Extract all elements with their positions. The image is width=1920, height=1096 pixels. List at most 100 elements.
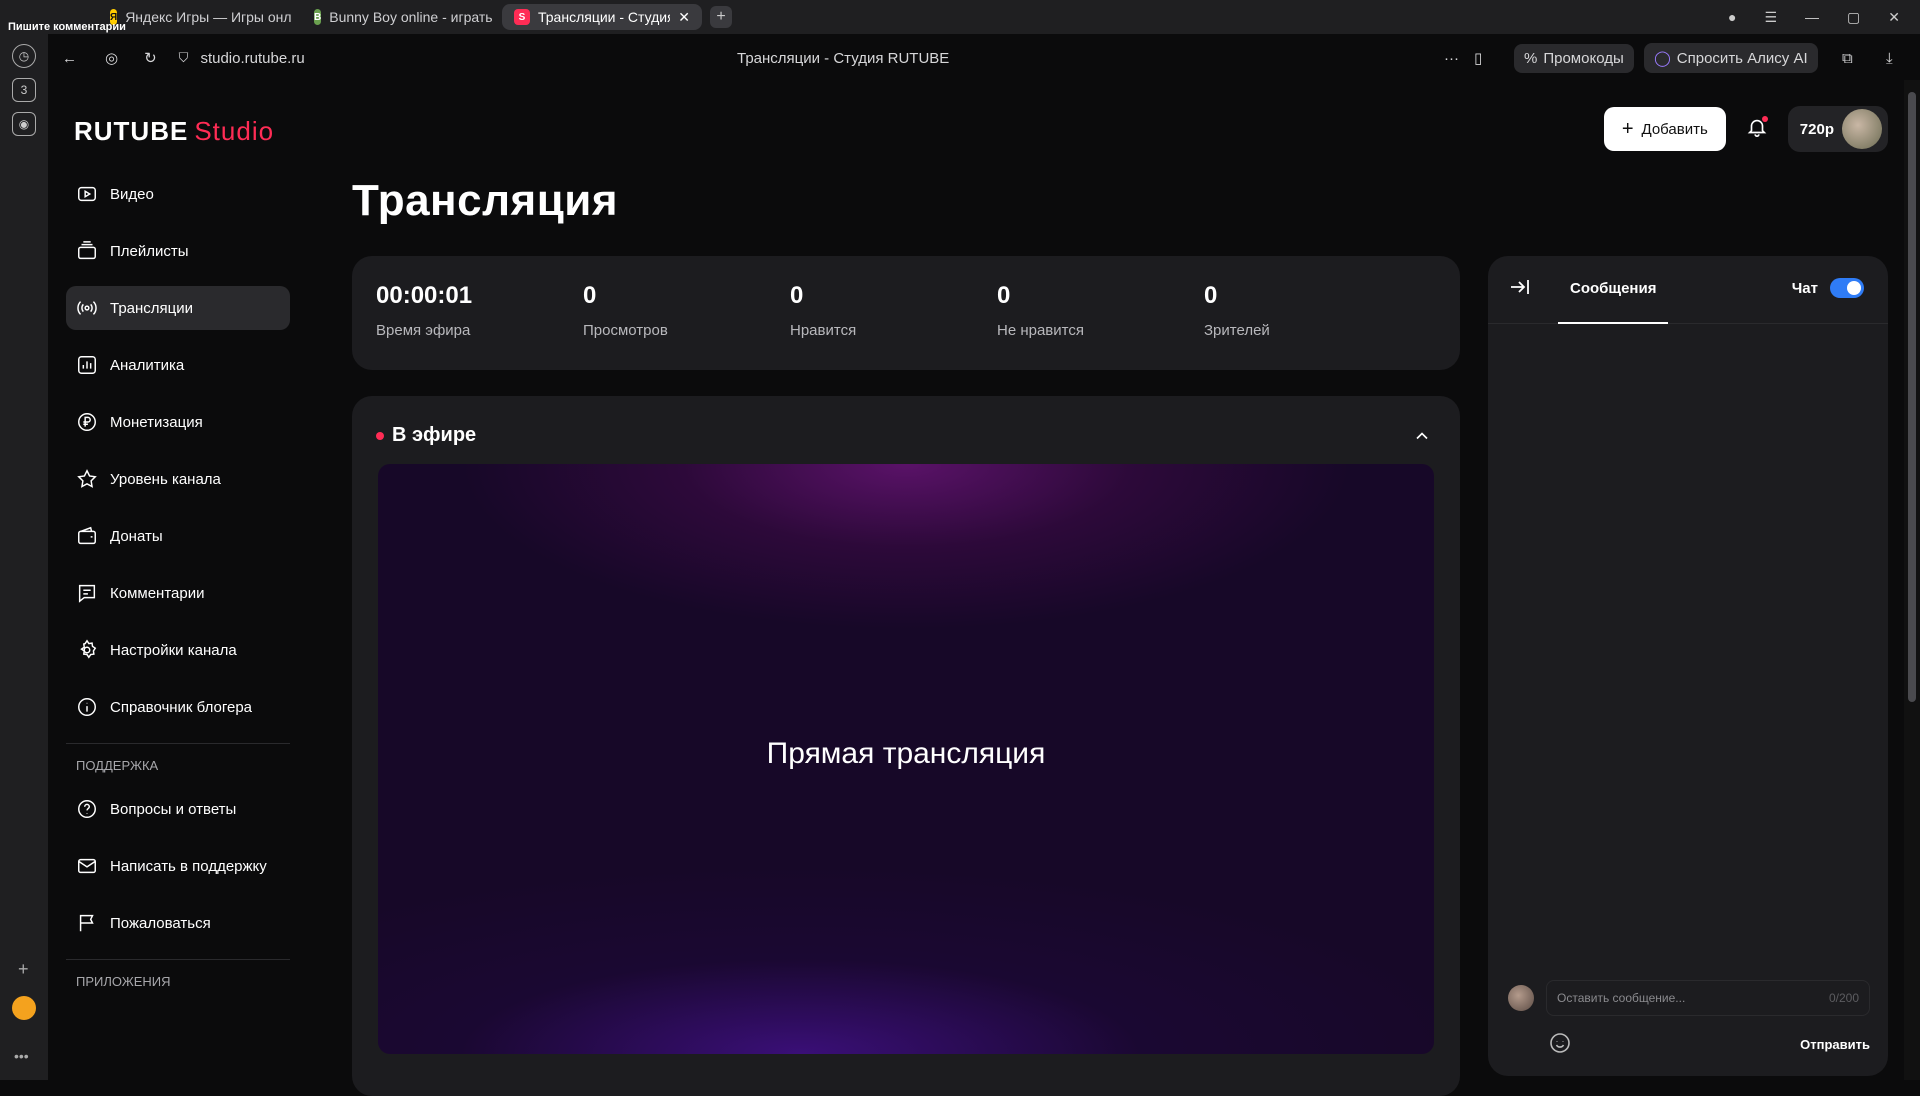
support-section-title: ПОДДЕРЖКА (76, 758, 159, 773)
account-menu[interactable]: 720p (1787, 106, 1888, 152)
sidebar-divider (66, 743, 290, 744)
stat-value: 0 (583, 282, 597, 309)
logo-main: RUTUBE (74, 116, 189, 146)
close-window-icon[interactable]: ✕ (1888, 9, 1900, 26)
stat-viewers: 0 Зрителей (1204, 282, 1411, 370)
chat-header: Сообщения Чат (1488, 256, 1888, 324)
sidebar-item-faq[interactable]: Вопросы и ответы (66, 787, 290, 831)
stat-dislikes: 0 Не нравится (997, 282, 1204, 370)
mail-icon (78, 858, 96, 874)
window-controls: ● ☰ — ▢ ✕ (1728, 9, 1920, 26)
sidebar-item-label: Написать в поддержку (110, 857, 267, 875)
shield-icon: ⛉ (178, 50, 189, 65)
close-tab-icon[interactable]: ✕ (678, 9, 690, 26)
sidebar-item-report[interactable]: Пожаловаться (66, 901, 290, 945)
add-panel-icon[interactable]: + (18, 959, 29, 980)
sidebar-item-label: Уровень канала (110, 470, 221, 488)
sidebar-item-label: Монетизация (110, 413, 203, 431)
sidebar-item-write-support[interactable]: Написать в поддержку (66, 844, 290, 888)
video-icon (78, 186, 96, 202)
sidebar-item-channel-level[interactable]: Уровень канала (66, 457, 290, 501)
ruble-icon (78, 413, 96, 431)
stat-air-time: 00:00:01 Время эфира (376, 282, 583, 370)
tab-bunny-boy[interactable]: B Bunny Boy online - играть (302, 4, 498, 30)
page-scrollbar[interactable] (1904, 80, 1920, 1080)
bell-icon[interactable] (1746, 115, 1768, 143)
live-status: В эфире (376, 424, 476, 447)
sidebar-item-comments[interactable]: Комментарии (66, 571, 290, 615)
flag-icon (79, 914, 94, 932)
sidebar-divider (66, 959, 290, 960)
sidebar-item-playlists[interactable]: Плейлисты (66, 229, 290, 273)
profile-icon[interactable]: ● (1728, 9, 1736, 26)
download-icon[interactable]: ⤓ (1886, 50, 1893, 67)
sidebar-item-video[interactable]: Видео (66, 172, 290, 216)
browser-tab-bar: Пишите комментарии Я Яндекс Игры — Игры … (0, 0, 1920, 34)
stat-value: 0 (1204, 282, 1218, 309)
send-button[interactable]: Отправить (1800, 1037, 1870, 1052)
address-bar: ← ◎ ↻ ⛉ studio.rutube.ru Трансляции - Ст… (48, 40, 1920, 76)
promo-button[interactable]: % Промокоды (1514, 43, 1634, 73)
question-icon (78, 800, 96, 818)
extensions-icon[interactable]: ⧉ (1842, 50, 1853, 67)
rutube-studio-app: RUTUBE Studio + Добавить 720p Видео Плейл… (48, 80, 1904, 1096)
promo-label: Промокоды (1543, 49, 1624, 67)
mail-app-icon[interactable] (12, 996, 36, 1020)
info-icon (78, 698, 96, 716)
chat-panel: Сообщения Чат Оставить сообщение... 0/20… (1488, 256, 1888, 1076)
sidebar-item-label: Комментарии (110, 584, 205, 602)
alice-label: Спросить Алису AI (1676, 49, 1808, 67)
url-field[interactable]: studio.rutube.ru (200, 50, 304, 67)
tab-messages[interactable]: Сообщения (1558, 256, 1669, 324)
bookmark-icon[interactable]: ▯ (1474, 49, 1482, 67)
live-label: В эфире (392, 424, 477, 446)
collapse-panel-icon[interactable] (1508, 275, 1532, 304)
emoji-icon[interactable] (1548, 1031, 1572, 1058)
message-placeholder: Оставить сообщение... (1557, 991, 1686, 1005)
add-button[interactable]: + Добавить (1603, 107, 1726, 151)
browser-side-rail: ◷ 3 ◉ + ••• (0, 34, 48, 1080)
sidebar-item-monetization[interactable]: Монетизация (66, 400, 290, 444)
maximize-icon[interactable]: ▢ (1847, 9, 1860, 26)
gear-icon (80, 639, 97, 659)
sidebar-item-channel-settings[interactable]: Настройки канала (66, 628, 290, 672)
tab-rutube-studio[interactable]: S Трансляции - Студия R ✕ (502, 4, 702, 30)
tabs-counter-icon[interactable]: 3 (12, 78, 36, 102)
screenshot-icon[interactable]: ◉ (12, 112, 36, 136)
page-title-center: Трансляции - Студия RUTUBE (737, 49, 950, 67)
chat-toggle[interactable] (1830, 278, 1864, 298)
more-icon[interactable]: ••• (14, 1048, 29, 1064)
reload-icon[interactable]: ↻ (144, 49, 157, 67)
new-tab-button[interactable]: + (710, 6, 732, 28)
sidebar-item-blogger-guide[interactable]: Справочник блогера (66, 685, 290, 729)
sidebar-item-label: Плейлисты (110, 242, 189, 260)
player-caption: Прямая трансляция (766, 737, 1046, 770)
chevron-up-icon[interactable] (1412, 426, 1432, 451)
avatar (1842, 109, 1882, 149)
minimize-icon[interactable]: — (1805, 9, 1819, 26)
sidebar-item-label: Вопросы и ответы (110, 800, 237, 818)
message-input[interactable]: Оставить сообщение... 0/200 (1546, 980, 1870, 1016)
stat-value: 0 (997, 282, 1011, 309)
alice-icon: ◯ (1654, 50, 1671, 67)
protect-icon[interactable]: ◎ (105, 49, 118, 67)
chat-toggle-label: Чат (1791, 279, 1818, 297)
back-icon[interactable]: ← (62, 50, 77, 67)
overlay-caption: Пишите комментарии (8, 21, 126, 33)
sidebar-item-donations[interactable]: Донаты (66, 514, 290, 558)
tab-yandex-games[interactable]: Я Яндекс Игры — Игры онл (98, 4, 298, 30)
broadcast-icon (77, 301, 97, 315)
stat-views: 0 Просмотров (583, 282, 790, 370)
notification-dot (1761, 115, 1768, 122)
video-player[interactable]: Прямая трансляция (378, 464, 1434, 1054)
sidebar-item-analytics[interactable]: Аналитика (66, 343, 290, 387)
ask-alice-button[interactable]: ◯ Спросить Алису AI (1644, 43, 1818, 73)
sidebar-item-broadcasts[interactable]: Трансляции (66, 286, 290, 330)
menu-icon[interactable]: ☰ (1764, 9, 1777, 26)
history-icon[interactable]: ◷ (12, 44, 36, 68)
scrollbar-thumb[interactable] (1908, 92, 1916, 702)
rutube-studio-logo[interactable]: RUTUBE Studio (74, 116, 274, 147)
percent-icon: % (1524, 49, 1538, 67)
more-dots-icon[interactable]: ··· (1444, 50, 1459, 67)
apps-section-title: ПРИЛОЖЕНИЯ (76, 974, 171, 989)
